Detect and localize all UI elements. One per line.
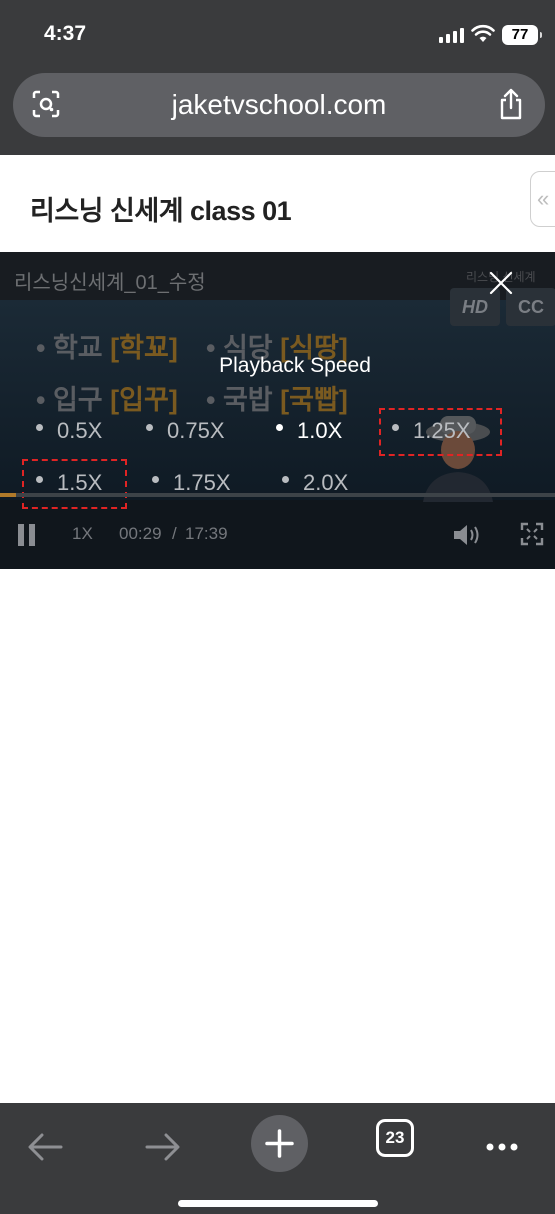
new-tab-button[interactable] [251, 1115, 308, 1172]
pause-icon[interactable] [18, 524, 36, 546]
page-header: 리스닝 신세계 class 01 « [0, 155, 555, 252]
browser-toolbar: 23 [0, 1103, 555, 1214]
battery-indicator: 77 [502, 25, 542, 45]
browser-chrome: 4:37 77 jaketvschool.com [0, 0, 555, 155]
time-separator: / [172, 524, 177, 543]
progress-bar[interactable] [0, 493, 555, 497]
progress-fill [0, 493, 16, 497]
status-time: 4:37 [44, 22, 87, 45]
tab-switcher-button[interactable]: 23 [376, 1119, 414, 1157]
collapse-panel-button[interactable]: « [530, 171, 555, 227]
close-icon[interactable] [486, 268, 516, 298]
home-indicator [178, 1200, 378, 1207]
forward-icon[interactable] [132, 1115, 192, 1175]
lesson-word: • 국밥 [국빱] [206, 385, 348, 415]
address-bar[interactable]: jaketvschool.com [13, 73, 545, 137]
plus-icon [265, 1129, 294, 1158]
back-icon[interactable] [16, 1115, 76, 1175]
speed-option-1-0x[interactable]: 1.0X [276, 418, 342, 444]
speed-option-0-5x[interactable]: 0.5X [36, 418, 102, 444]
more-options-icon[interactable] [472, 1115, 532, 1175]
video-title: 리스닝신세계_01_수정 [14, 272, 206, 294]
share-icon[interactable] [497, 87, 525, 121]
lesson-word: • 입구 [입꾸] [36, 385, 178, 415]
wifi-icon [471, 24, 495, 42]
highlight-marker-1-25x [379, 408, 502, 456]
speed-option-0-75x[interactable]: 0.75X [146, 418, 225, 444]
cellular-signal-icon [439, 27, 465, 43]
fullscreen-icon[interactable] [520, 522, 544, 546]
video-player[interactable]: 리스닝신세계_01_수정 리스닝 신세계 HD CC • 학교 [학꾜] • 식… [0, 252, 555, 569]
volume-icon[interactable] [452, 522, 484, 548]
url-text[interactable]: jaketvschool.com [13, 89, 545, 121]
duration: 17:39 [185, 524, 228, 543]
player-controls: 1X 00:29 / 17:39 [0, 504, 555, 564]
playback-speed-title: Playback Speed [219, 354, 371, 377]
current-time: 00:29 [119, 524, 162, 543]
page-title: 리스닝 신세계 class 01 [30, 196, 292, 226]
highlight-marker-1-5x [22, 459, 127, 509]
speed-button[interactable]: 1X [72, 524, 93, 544]
